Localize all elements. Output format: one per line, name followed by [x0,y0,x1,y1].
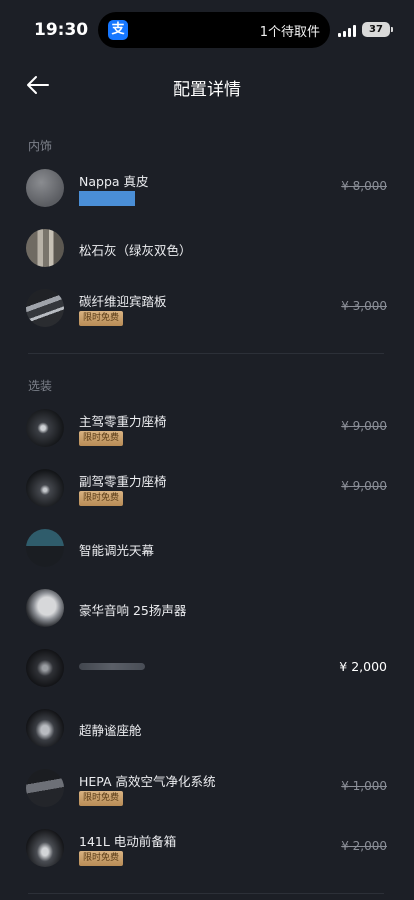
island-activity-text: 1个待取件 [259,25,320,40]
item-price: ¥ 1,000 [341,779,387,793]
speaker-thumbnail [26,589,64,627]
section-title-interior: 内饰 [28,139,53,153]
item-thumbnail [26,649,64,687]
item-name: HEPA 高效空气净化系统 [79,774,216,789]
seat-thumbnail [26,469,64,507]
config-item-driver-seat[interactable]: 主驾零重力座椅 限时免费 ¥ 9,000 [0,399,414,455]
status-time: 19:30 [34,20,89,40]
status-bar: 19:30 支 1个待取件 37 [0,0,414,58]
item-price: ¥ 2,000 [341,839,387,853]
sunroof-thumbnail [26,529,64,567]
section-divider [28,353,384,354]
item-price: ¥ 9,000 [341,479,387,493]
item-name: 智能调光天幕 [79,543,155,558]
item-price: ¥ 9,000 [341,419,387,433]
item-name: 副驾零重力座椅 [79,474,167,489]
limited-free-badge: 限时免费 [79,491,124,506]
config-item-carbon-sill[interactable]: 碳纤维迎宾踏板 限时免费 ¥ 3,000 [0,279,414,335]
item-name: 松石灰（绿灰双色） [79,243,192,258]
car-thumbnail [26,709,64,747]
limited-free-badge: 限时免费 [79,431,124,446]
limited-free-badge: 限时免费 [79,311,124,326]
item-name: 豪华音响 25扬声器 [79,603,187,618]
redacted-block [79,191,135,206]
item-name: Nappa 真皮 [79,174,149,189]
section-title-options: 选装 [28,379,53,393]
signal-icon [338,25,356,37]
config-item-smart-sunroof[interactable]: 智能调光天幕 [0,519,414,575]
item-price: ¥ 8,000 [341,179,387,193]
leather-swatch-thumbnail [26,169,64,207]
seat-thumbnail [26,409,64,447]
color-swatch-thumbnail [26,229,64,267]
config-item-color[interactable]: 松石灰（绿灰双色） [0,219,414,275]
battery-icon: 37 [362,22,393,37]
config-item-premium-audio[interactable]: 豪华音响 25扬声器 [0,579,414,635]
config-item-front-trunk[interactable]: 141L 电动前备箱 限时免费 ¥ 2,000 [0,819,414,875]
filter-thumbnail [26,769,64,807]
nav-bar: 配置详情 [0,58,414,114]
config-item-quiet-cabin[interactable]: 超静谧座舱 [0,699,414,755]
item-price: ¥ 2,000 [339,659,387,674]
limited-free-badge: 限时免费 [79,791,124,806]
limited-free-badge: 限时免费 [79,851,124,866]
item-name: 超静谧座舱 [79,723,142,738]
config-item-nappa-leather[interactable]: Nappa 真皮 ¥ 8,000 [0,159,414,215]
section-divider [28,893,384,894]
front-trunk-thumbnail [26,829,64,867]
item-name: 主驾零重力座椅 [79,414,167,429]
item-price: ¥ 3,000 [341,299,387,313]
config-item-hepa-filter[interactable]: HEPA 高效空气净化系统 限时免费 ¥ 1,000 [0,759,414,815]
dynamic-island[interactable]: 支 1个待取件 [98,12,330,48]
config-item-redacted[interactable]: ¥ 2,000 [0,639,414,695]
alipay-icon: 支 [108,20,128,40]
config-item-passenger-seat[interactable]: 副驾零重力座椅 限时免费 ¥ 9,000 [0,459,414,515]
item-name: 碳纤维迎宾踏板 [79,294,167,309]
item-name: 141L 电动前备箱 [79,834,177,849]
carbon-sill-thumbnail [26,289,64,327]
redacted-name [79,663,145,670]
page-title: 配置详情 [173,80,241,100]
